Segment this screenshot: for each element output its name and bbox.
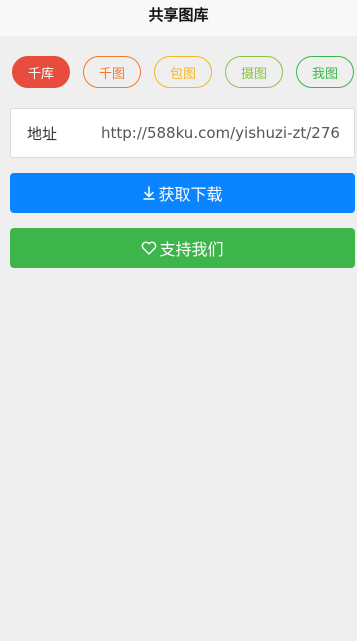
support-button[interactable]: 支持我们 xyxy=(10,228,355,268)
app-header: 共享图库 xyxy=(0,0,357,36)
tab-label: 千库 xyxy=(27,66,54,82)
tab-label: 包图 xyxy=(169,66,196,82)
page-title: 共享图库 xyxy=(148,5,209,24)
tab-shetu[interactable]: 摄图 xyxy=(225,56,283,88)
tab-qianku[interactable]: 千库 xyxy=(12,56,70,88)
download-icon xyxy=(143,186,156,200)
url-field-container: 地址 xyxy=(10,108,355,158)
support-label: 支持我们 xyxy=(159,240,224,259)
url-label: 地址 xyxy=(27,124,58,143)
tab-label: 我图 xyxy=(311,66,338,82)
download-label: 获取下载 xyxy=(158,185,223,204)
tab-label: 摄图 xyxy=(240,66,267,82)
source-tabs: 千库 千图 包图 摄图 我图 xyxy=(0,56,357,88)
tab-qiantu[interactable]: 千图 xyxy=(83,56,141,88)
heart-icon xyxy=(142,241,157,255)
download-button[interactable]: 获取下载 xyxy=(10,173,355,213)
tab-baotu[interactable]: 包图 xyxy=(154,56,212,88)
tab-label: 千图 xyxy=(98,66,125,82)
tab-wotu[interactable]: 我图 xyxy=(296,56,354,88)
url-input[interactable] xyxy=(101,124,354,142)
